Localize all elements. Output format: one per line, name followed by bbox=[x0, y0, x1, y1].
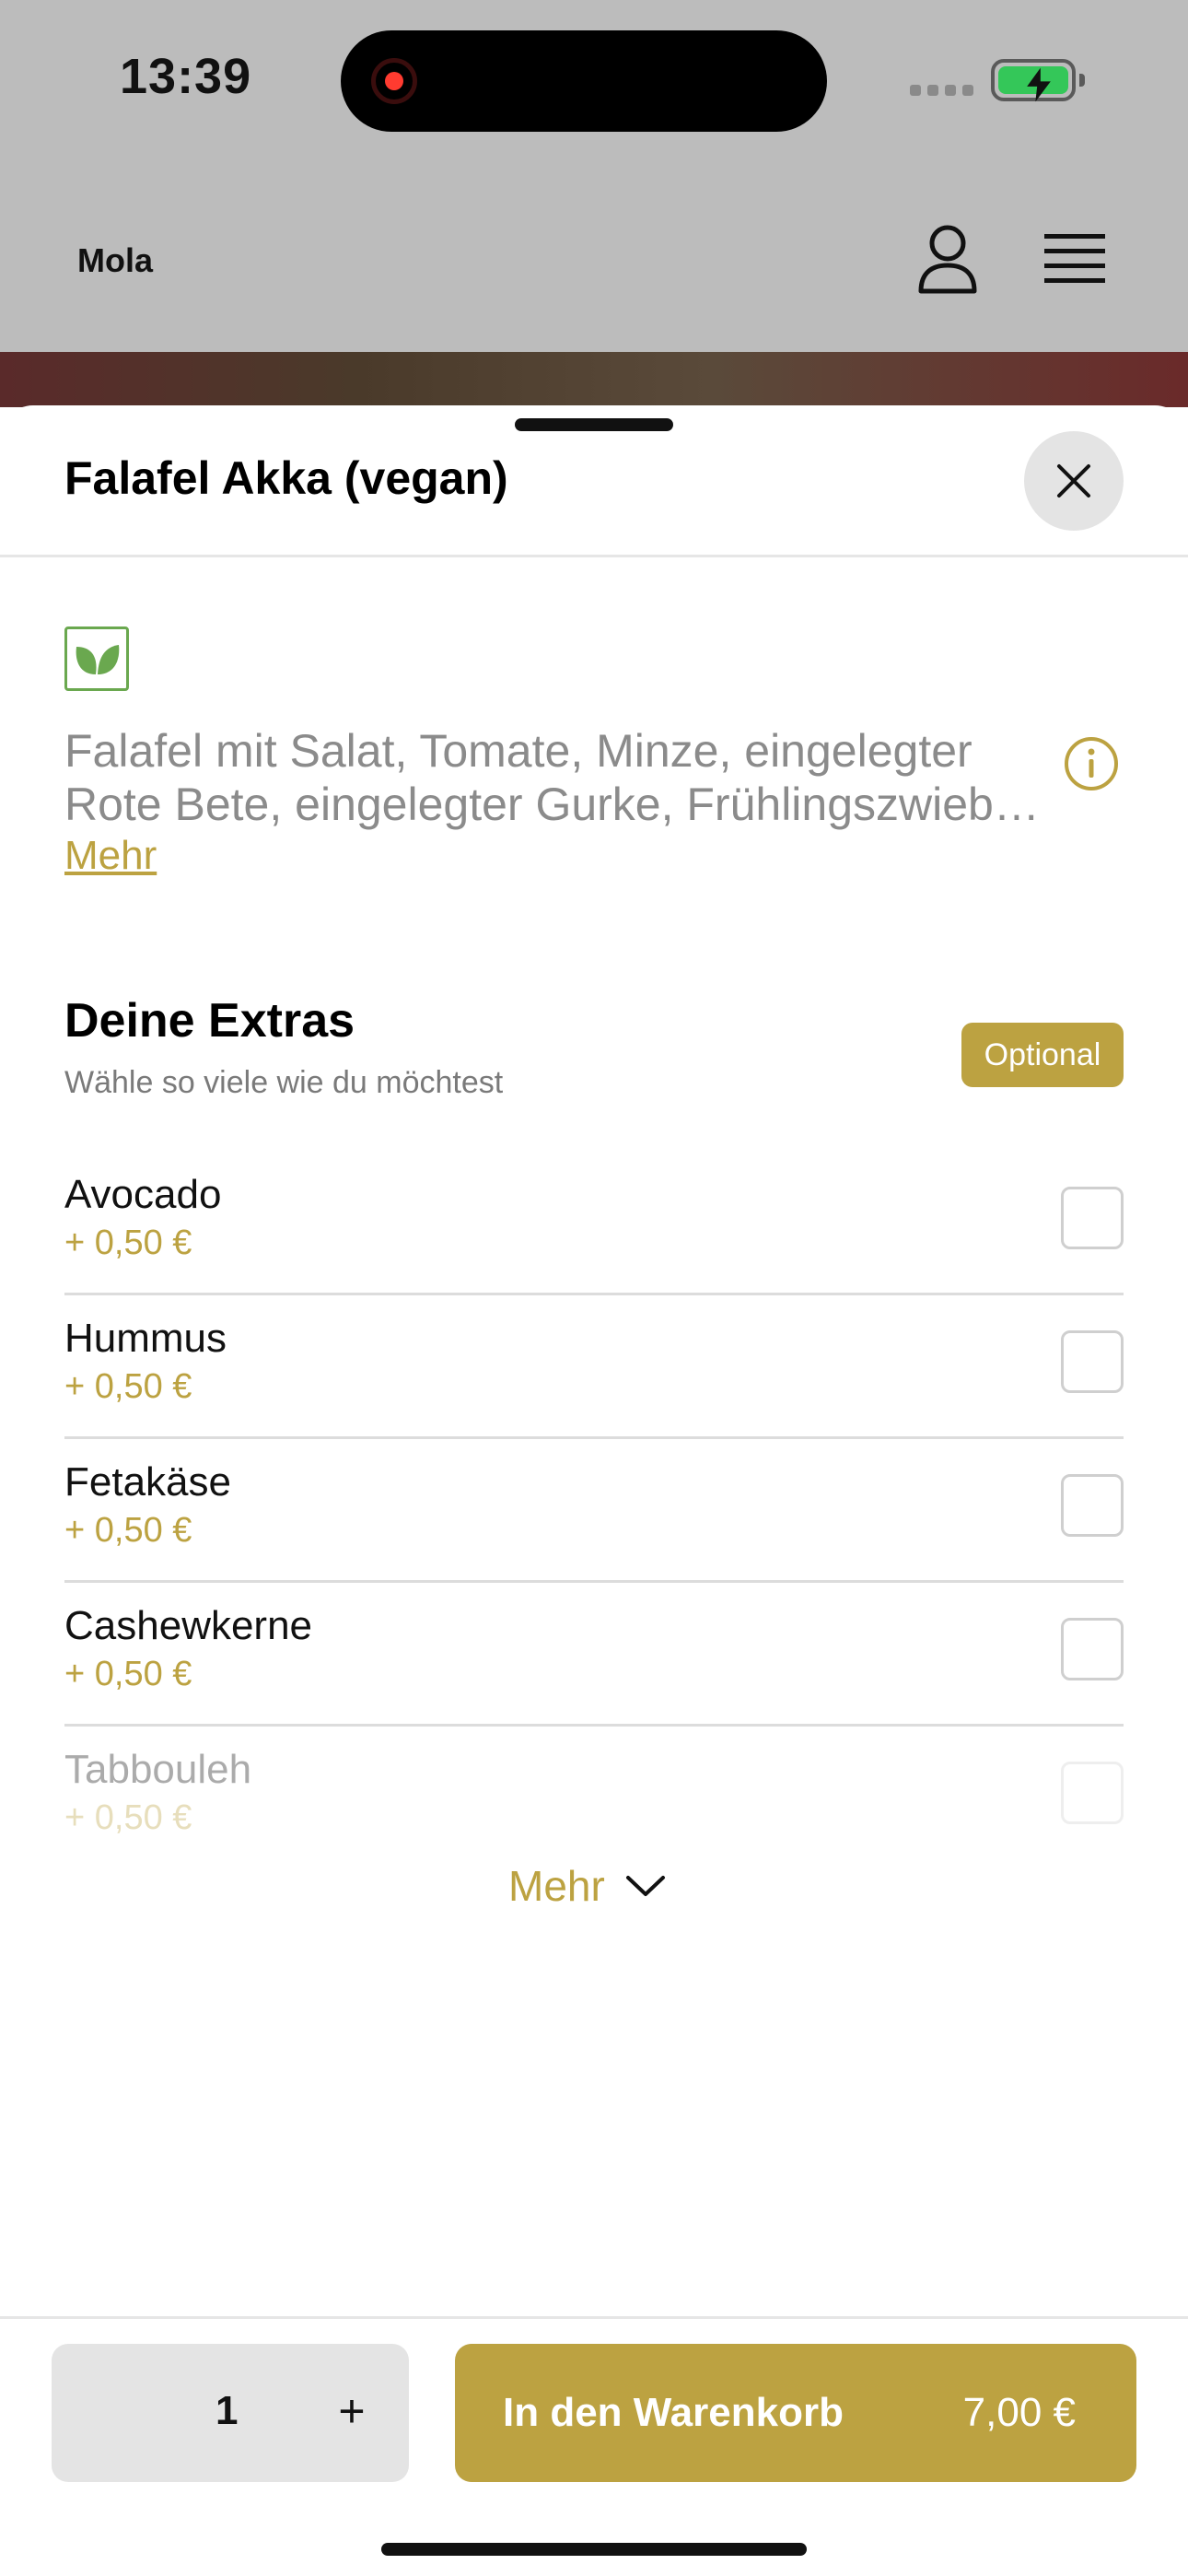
extra-checkbox[interactable] bbox=[1061, 1187, 1124, 1249]
quantity-value: 1 bbox=[215, 2388, 239, 2433]
description-more-link[interactable]: Mehr bbox=[64, 833, 157, 879]
extra-price: + 0,50 € bbox=[64, 1655, 192, 1693]
divider bbox=[0, 555, 1188, 557]
extras-more-button[interactable]: Mehr bbox=[508, 1861, 666, 1911]
extra-item-hummus[interactable]: Hummus + 0,50 € bbox=[64, 1295, 1124, 1439]
extra-checkbox[interactable] bbox=[1061, 1762, 1124, 1824]
extra-checkbox[interactable] bbox=[1061, 1618, 1124, 1680]
extra-name: Fetakäse bbox=[64, 1459, 231, 1505]
extra-price: + 0,50 € bbox=[64, 1511, 192, 1550]
hamburger-menu-icon[interactable] bbox=[1044, 232, 1105, 286]
recording-indicator-icon bbox=[371, 58, 417, 104]
app-header: Mola bbox=[0, 166, 1188, 352]
extra-item-cashewkerne[interactable]: Cashewkerne + 0,50 € bbox=[64, 1583, 1124, 1727]
cart-total-price: 7,00 € bbox=[962, 2390, 1076, 2435]
extra-name: Hummus bbox=[64, 1316, 227, 1361]
signal-icon bbox=[910, 85, 973, 96]
extra-name: Cashewkerne bbox=[64, 1603, 313, 1648]
extras-subtitle: Wähle so viele wie du möchtest bbox=[64, 1065, 504, 1100]
user-icon[interactable] bbox=[917, 221, 978, 295]
background-app: 13:39 Mola bbox=[0, 0, 1188, 407]
extra-price: + 0,50 € bbox=[64, 1798, 192, 1837]
product-description: Falafel mit Salat, Tomate, Minze, eingel… bbox=[64, 724, 1059, 831]
extras-list: Avocado + 0,50 € Hummus + 0,50 € Fetakäs… bbox=[64, 1152, 1124, 1870]
extra-name: Avocado bbox=[64, 1172, 222, 1217]
sheet-grabber[interactable] bbox=[515, 418, 673, 431]
description-line: Rote Bete, eingelegter Gurke, Frühlingsz… bbox=[64, 779, 1040, 830]
footer-divider bbox=[0, 2316, 1188, 2319]
brand-logo[interactable]: Mola bbox=[77, 241, 153, 280]
extra-checkbox[interactable] bbox=[1061, 1330, 1124, 1393]
product-title: Falafel Akka (vegan) bbox=[64, 452, 508, 504]
close-icon bbox=[1057, 464, 1090, 498]
extra-item-fetakaese[interactable]: Fetakäse + 0,50 € bbox=[64, 1439, 1124, 1583]
quantity-stepper: 1 + bbox=[52, 2344, 409, 2482]
battery-icon bbox=[991, 59, 1085, 102]
status-bar: 13:39 bbox=[0, 0, 1188, 166]
product-sheet: Falafel Akka (vegan) Falafel mit Salat, … bbox=[0, 405, 1188, 2576]
close-button[interactable] bbox=[1024, 431, 1124, 531]
add-to-cart-label: In den Warenkorb bbox=[503, 2390, 844, 2435]
description-line: Falafel mit Salat, Tomate, Minze, eingel… bbox=[64, 725, 973, 777]
extra-item-tabbouleh[interactable]: Tabbouleh + 0,50 € bbox=[64, 1727, 1124, 1870]
info-icon[interactable] bbox=[1063, 735, 1120, 792]
status-time: 13:39 bbox=[120, 49, 252, 104]
extra-price: + 0,50 € bbox=[64, 1224, 192, 1262]
optional-badge: Optional bbox=[961, 1023, 1124, 1087]
add-to-cart-button[interactable]: In den Warenkorb 7,00 € bbox=[455, 2344, 1136, 2482]
dynamic-island bbox=[341, 30, 827, 132]
extra-checkbox[interactable] bbox=[1061, 1474, 1124, 1537]
extra-price: + 0,50 € bbox=[64, 1367, 192, 1406]
chevron-down-icon bbox=[625, 1876, 665, 1896]
extra-item-avocado[interactable]: Avocado + 0,50 € bbox=[64, 1152, 1124, 1295]
charging-bolt-icon bbox=[1027, 67, 1051, 102]
quantity-increase-button[interactable]: + bbox=[324, 2379, 379, 2443]
vegan-leaf-icon bbox=[64, 626, 129, 691]
hero-image bbox=[0, 352, 1188, 407]
extras-more-label: Mehr bbox=[508, 1862, 605, 1910]
extra-name: Tabbouleh bbox=[64, 1747, 252, 1792]
extras-title: Deine Extras bbox=[64, 994, 355, 1048]
home-indicator[interactable] bbox=[381, 2543, 807, 2556]
